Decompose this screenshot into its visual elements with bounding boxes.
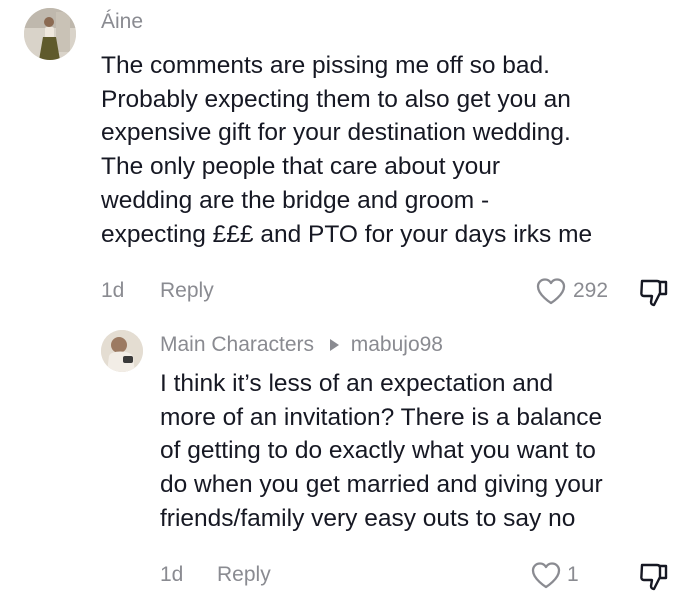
reply-username[interactable]: Main Characters (160, 333, 314, 356)
comment-text-line: The only people that care about your (101, 153, 501, 181)
comment-text-line: wedding are the bridge and groom - (101, 186, 490, 214)
thumbs-down-icon[interactable] (637, 276, 671, 310)
comment-username[interactable]: Áine (101, 10, 143, 34)
reply-text-line: I think it’s less of an expectation and (160, 370, 554, 397)
heart-icon[interactable] (535, 276, 567, 306)
reply-like-count: 1 (567, 563, 579, 586)
reply-text: I think it’s less of an expectation and … (160, 367, 603, 536)
commenter-avatar[interactable] (24, 8, 76, 60)
reply-text-line: of getting to do exactly what you want t… (160, 437, 596, 465)
reply-to-username[interactable]: mabujo98 (351, 333, 443, 356)
reply-text-line: friends/family very easy outs to say no (160, 504, 576, 532)
reply-text-line: more of an invitation? There is a balanc… (160, 403, 603, 431)
comment-text-line: expensive gift for your destination wedd… (101, 119, 571, 147)
comment-text-line: The comments are pissing me off so bad. (101, 52, 550, 79)
comment-text-line: expecting £££ and PTO for your days irks… (101, 220, 593, 248)
comment-reply-button[interactable]: Reply (160, 279, 214, 303)
comment-timestamp: 1d (101, 279, 125, 302)
heart-icon[interactable] (530, 560, 562, 590)
reply-avatar[interactable] (101, 330, 143, 372)
comment-text: The comments are pissing me off so bad. … (101, 49, 592, 251)
reply-text-line: do when you get married and giving your (160, 471, 603, 499)
reply-timestamp: 1d (160, 563, 184, 586)
comment-text-line: Probably expecting them to also get you … (101, 85, 571, 113)
reply-header: Main Characters mabujo98 (160, 333, 443, 357)
thumbs-down-icon[interactable] (637, 560, 671, 594)
reply-reply-button[interactable]: Reply (217, 563, 271, 587)
comment-like-count: 292 (573, 279, 609, 302)
play-triangle-icon (329, 339, 339, 352)
